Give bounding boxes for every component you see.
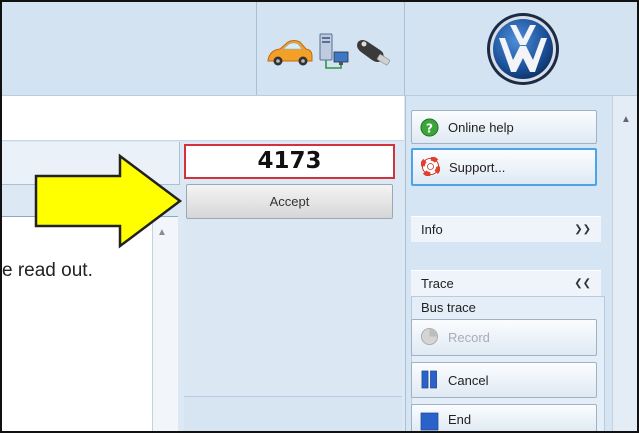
online-help-button[interactable]: ? Online help [411,110,597,144]
toolbar-strip [2,96,404,141]
key-icon[interactable] [357,40,391,66]
info-label: Info [421,222,443,237]
pause-icon [421,370,437,389]
online-help-label: Online help [448,119,514,135]
record-button[interactable]: Record [411,319,597,356]
header-icons [267,33,391,69]
end-button[interactable]: End [411,404,597,431]
trace-section-header[interactable]: Trace ❮❮ [411,270,601,296]
lifebuoy-icon [421,157,440,176]
car-icon[interactable] [267,40,313,66]
bus-trace-label: Bus trace [421,300,476,315]
header-divider [256,2,257,95]
support-button[interactable]: Support... [411,148,597,186]
support-label: Support... [449,159,506,175]
expand-chevron-icon[interactable]: ❯❯ [574,217,591,243]
record-icon [420,327,439,346]
scroll-up-icon[interactable]: ▲ [621,114,631,125]
middle-bottom-panel [184,396,402,431]
cancel-button[interactable]: Cancel [411,362,597,398]
help-icon: ? [420,118,439,137]
sidebar-scrollbar[interactable]: ▲ [612,96,637,431]
cancel-label: Cancel [448,372,489,388]
record-label: Record [448,330,490,345]
collapse-chevron-icon[interactable]: ❮❮ [574,271,591,297]
vw-logo [487,13,559,85]
accept-button[interactable]: Accept [186,184,393,219]
message-text: e read out. [2,260,93,281]
network-icon[interactable] [319,33,349,69]
pointer-arrow-icon [34,153,183,249]
code-display: 4173 [184,144,395,179]
info-section-header[interactable]: Info ❯❯ [411,216,601,242]
header-bar [2,2,637,96]
header-divider [404,2,405,95]
end-label: End [448,411,472,427]
trace-label: Trace [421,276,454,291]
window: ▲ e read out. 4173 Accept ▲ ? Online hel… [0,0,639,433]
svg-text:?: ? [426,121,433,135]
stop-icon [420,412,439,431]
